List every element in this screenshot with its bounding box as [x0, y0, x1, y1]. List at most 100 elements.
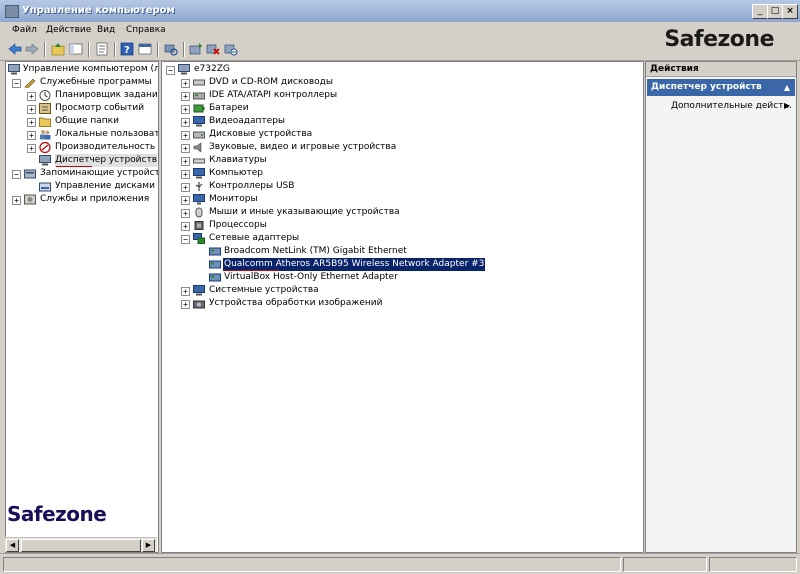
uninstall-device-icon[interactable]: [206, 42, 220, 56]
expand-toggle[interactable]: +: [27, 92, 36, 101]
system-devices-icon: [193, 285, 205, 296]
shared-folder-icon: [39, 117, 51, 127]
tree-item-label: Управление дисками: [55, 181, 155, 191]
battery-icon: [193, 104, 205, 113]
app-icon: [5, 5, 19, 18]
device-category-label: Системные устройства: [209, 285, 319, 295]
processor-icon: [194, 221, 204, 230]
computer-icon: [193, 168, 205, 179]
expand-toggle[interactable]: +: [181, 118, 190, 127]
status-bar: [0, 553, 800, 574]
computer-icon: [178, 64, 190, 75]
device-category-label: Мыши и иные указывающие устройства: [209, 207, 400, 217]
console-tree-icon[interactable]: [138, 42, 152, 56]
scroll-thumb[interactable]: [21, 539, 141, 552]
tools-icon: [24, 78, 36, 88]
expand-toggle[interactable]: +: [181, 287, 190, 296]
camera-icon: [193, 300, 205, 309]
actions-group-label: Диспетчер устройств: [651, 82, 762, 92]
performance-icon: [39, 142, 51, 153]
network-card-icon: [209, 247, 221, 256]
expand-toggle[interactable]: +: [12, 196, 21, 205]
expand-toggle[interactable]: +: [181, 183, 190, 192]
tree-item-label: Локальные пользовател: [55, 129, 159, 139]
show-hide-tree-icon[interactable]: [69, 42, 83, 56]
expand-toggle[interactable]: +: [27, 144, 36, 153]
network-card-icon: [209, 260, 221, 269]
toolbar-separator: [88, 42, 90, 57]
more-actions-item[interactable]: Дополнительные дейст... ▶: [671, 101, 792, 111]
expand-toggle[interactable]: +: [27, 118, 36, 127]
actions-pane: Действия Диспетчер устройств ▲ Дополните…: [645, 61, 797, 553]
collapse-arrow-icon[interactable]: ▲: [784, 79, 790, 96]
svg-text:?: ?: [124, 45, 130, 56]
expand-toggle[interactable]: +: [181, 131, 190, 140]
clock-icon: [39, 90, 51, 101]
title-bar: Управление компьютером _ □ ×: [0, 0, 800, 23]
usb-icon: [195, 182, 203, 191]
console-tree-pane: Управление компьютером (лока − Служебные…: [5, 61, 159, 553]
help-icon[interactable]: ?: [120, 42, 134, 56]
expand-toggle[interactable]: +: [181, 170, 190, 179]
watermark-bottom: Safezone: [7, 502, 107, 526]
disable-device-icon[interactable]: [224, 42, 238, 56]
expand-toggle[interactable]: +: [181, 209, 190, 218]
device-category-label: IDE ATA/ATAPI контроллеры: [209, 90, 338, 100]
menu-action[interactable]: Действие: [46, 25, 91, 35]
collapse-toggle[interactable]: −: [166, 66, 175, 75]
tree-item-label: Запоминающие устройства: [40, 168, 159, 178]
properties-icon[interactable]: [95, 42, 109, 56]
tree-item-label: Службы и приложения: [40, 194, 150, 204]
menu-view[interactable]: Вид: [97, 25, 115, 35]
back-arrow-icon[interactable]: [8, 42, 22, 56]
more-actions-label: Дополнительные дейст...: [671, 101, 793, 111]
device-category-label: Устройства обработки изображений: [209, 298, 383, 308]
collapse-toggle[interactable]: −: [181, 235, 190, 244]
update-driver-icon[interactable]: [189, 42, 203, 56]
up-folder-icon[interactable]: [51, 42, 65, 56]
expand-toggle[interactable]: +: [181, 92, 190, 101]
scan-hardware-icon[interactable]: [164, 42, 178, 56]
maximize-button[interactable]: □: [767, 4, 783, 19]
collapse-toggle[interactable]: −: [12, 79, 21, 88]
monitor-icon: [193, 194, 205, 205]
device-label: Broadcom NetLink (TM) Gigabit Ethernet: [224, 246, 407, 256]
status-panel: [709, 557, 797, 572]
actions-group-header[interactable]: Диспетчер устройств ▲: [647, 79, 795, 96]
device-category-label: Звуковые, видео и игровые устройства: [209, 142, 397, 152]
menu-help[interactable]: Справка: [126, 25, 166, 35]
expand-toggle[interactable]: +: [181, 157, 190, 166]
tree-horizontal-scrollbar[interactable]: ◀ ▶: [5, 537, 157, 552]
actions-title: Действия: [646, 62, 796, 77]
tree-item-label: Общие папки: [55, 116, 119, 126]
keyboard-icon: [193, 158, 205, 164]
collapse-toggle[interactable]: −: [12, 170, 21, 179]
device-category-label: Мониторы: [209, 194, 258, 204]
disk-management-icon: [39, 182, 51, 192]
expand-toggle[interactable]: +: [181, 196, 190, 205]
device-category-label: Батареи: [209, 103, 249, 113]
status-panel: [3, 557, 621, 572]
expand-toggle[interactable]: +: [181, 144, 190, 153]
expand-toggle[interactable]: +: [181, 79, 190, 88]
expand-toggle[interactable]: +: [181, 222, 190, 231]
computer-management-icon: [8, 64, 20, 75]
display-adapter-icon: [193, 116, 205, 127]
device-category-label: Компьютер: [209, 168, 263, 178]
tree-item-label: Производительность: [55, 142, 156, 152]
mouse-icon: [195, 207, 203, 218]
tree-item-label: Просмотр событий: [55, 103, 145, 113]
expand-toggle[interactable]: +: [181, 300, 190, 309]
expand-toggle[interactable]: +: [27, 131, 36, 140]
expand-toggle[interactable]: +: [181, 105, 190, 114]
close-button[interactable]: ×: [782, 4, 798, 19]
expand-toggle[interactable]: +: [27, 105, 36, 114]
menu-file[interactable]: Файл: [12, 25, 37, 35]
scroll-left-arrow-icon[interactable]: ◀: [6, 539, 19, 552]
forward-arrow-icon[interactable]: [25, 42, 39, 56]
disk-drive-icon: [193, 131, 205, 139]
minimize-button[interactable]: _: [752, 4, 768, 19]
scroll-right-arrow-icon[interactable]: ▶: [142, 539, 155, 552]
services-icon: [24, 194, 36, 205]
dvd-drive-icon: [193, 79, 205, 86]
